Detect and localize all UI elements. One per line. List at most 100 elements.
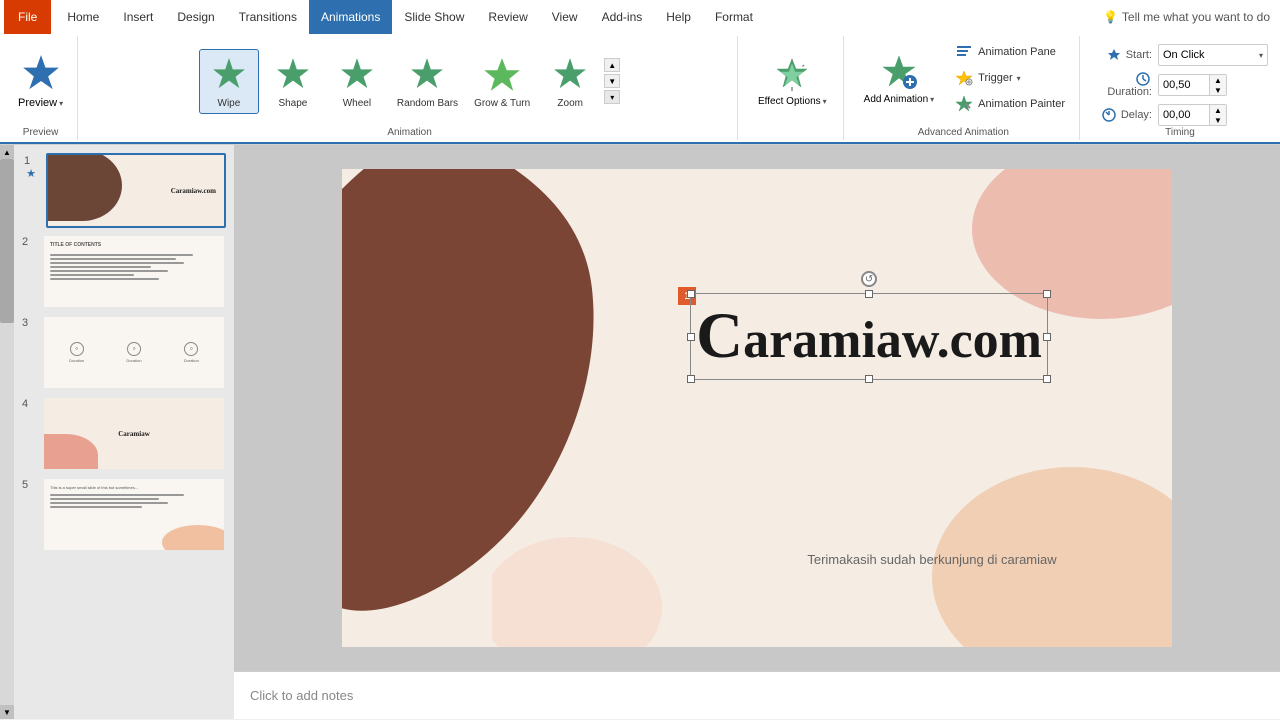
- effect-options-button[interactable]: Effect Options ▾: [750, 52, 835, 111]
- slide-item-3[interactable]: 3 ○ Duration ○ Duration: [22, 315, 226, 390]
- start-select[interactable]: On Click ▾: [1158, 44, 1268, 66]
- handle-bottom-middle[interactable]: [865, 375, 873, 383]
- slides-panel: 1 ★ Caramiaw.com 2 TITLE: [14, 145, 234, 719]
- duration-spin-down[interactable]: ▼: [1210, 85, 1226, 95]
- tab-view[interactable]: View: [540, 0, 590, 34]
- animation-zoom[interactable]: Zoom: [540, 50, 600, 113]
- slide-thumb-2[interactable]: TITLE OF CONTENTS: [42, 234, 226, 309]
- preview-button[interactable]: Preview ▾: [12, 49, 69, 113]
- scroll-more-arrow[interactable]: ▾: [604, 90, 620, 104]
- tab-insert[interactable]: Insert: [111, 0, 165, 34]
- delay-spin-down[interactable]: ▼: [1210, 115, 1226, 125]
- tab-design[interactable]: Design: [165, 0, 226, 34]
- slide4-thumb-brand: Caramiaw: [118, 430, 150, 438]
- delay-input-container: ▲ ▼: [1158, 104, 1227, 126]
- tab-home[interactable]: Home: [55, 0, 111, 34]
- shape-label: Shape: [278, 98, 307, 109]
- slide-item-1[interactable]: 1 ★ Caramiaw.com: [22, 153, 226, 228]
- handle-bottom-left[interactable]: [687, 375, 695, 383]
- duration-label-text: Duration:: [1092, 72, 1152, 98]
- slide-canvas[interactable]: ↺ 1 C: [234, 145, 1280, 671]
- delay-label-text: Delay:: [1092, 108, 1152, 122]
- peach-blob: [912, 417, 1172, 647]
- start-label: Start:: [1092, 48, 1152, 62]
- tab-addins[interactable]: Add-ins: [590, 0, 655, 34]
- handle-top-middle[interactable]: [865, 290, 873, 298]
- trigger-icon: [954, 68, 974, 88]
- animation-pane-label: Animation Pane: [978, 46, 1056, 58]
- notes-area[interactable]: Click to add notes: [234, 671, 1280, 719]
- random-bars-label: Random Bars: [397, 98, 458, 109]
- slide-item-5[interactable]: 5 This is a super small slide of this bu…: [22, 477, 226, 552]
- tab-animations[interactable]: Animations: [309, 0, 392, 34]
- slide-number-4: 4: [22, 396, 36, 410]
- wheel-icon: [336, 54, 378, 96]
- trigger-dropdown: ▾: [1017, 74, 1021, 83]
- canvas-area: ↺ 1 C: [234, 145, 1280, 719]
- animation-grow-turn[interactable]: Grow & Turn: [468, 50, 536, 113]
- tell-me-bar[interactable]: 💡 Tell me what you want to do: [1093, 6, 1280, 28]
- preview-group-label: Preview: [4, 127, 77, 138]
- slide-thumb-3[interactable]: ○ Duration ○ Duration ○ Duration: [42, 315, 226, 390]
- rotate-handle[interactable]: ↺: [861, 271, 877, 287]
- delay-spin-up[interactable]: ▲: [1210, 105, 1226, 115]
- effect-options-label: Effect Options: [758, 96, 821, 107]
- handle-middle-left[interactable]: [687, 333, 695, 341]
- slide-background: ↺ 1 C: [342, 169, 1172, 647]
- slides-panel-scrollbar: ▲ ▼: [0, 145, 14, 719]
- scroll-track: [0, 159, 14, 705]
- scroll-up-arrow[interactable]: ▲: [604, 58, 620, 72]
- trigger-button[interactable]: Trigger ▾: [948, 66, 1071, 90]
- slide-thumb-5[interactable]: This is a super small slide of this but …: [42, 477, 226, 552]
- tab-review[interactable]: Review: [476, 0, 539, 34]
- delay-input[interactable]: [1159, 105, 1209, 125]
- trigger-label: Trigger: [978, 72, 1012, 84]
- preview-icon: [21, 53, 61, 93]
- animation-painter-button[interactable]: Animation Painter: [948, 92, 1071, 116]
- tab-help[interactable]: Help: [654, 0, 703, 34]
- shape-icon: [272, 54, 314, 96]
- scroll-thumb[interactable]: [0, 159, 14, 323]
- duration-spin-up[interactable]: ▲: [1210, 75, 1226, 85]
- duration-input-container: ▲ ▼: [1158, 74, 1227, 96]
- animation-pane-button[interactable]: Animation Pane: [948, 40, 1071, 64]
- tab-format[interactable]: Format: [703, 0, 765, 34]
- add-animation-button[interactable]: Add Animation ▾: [856, 48, 943, 109]
- scroll-down-arrow[interactable]: ▼: [604, 74, 620, 88]
- slide-number-1: 1: [24, 153, 38, 167]
- tab-slideshow[interactable]: Slide Show: [392, 0, 476, 34]
- slide-thumb-1[interactable]: Caramiaw.com: [46, 153, 226, 228]
- start-dropdown-icon: ▾: [1259, 51, 1263, 60]
- handle-middle-right[interactable]: [1043, 333, 1051, 341]
- animation-shape[interactable]: Shape: [263, 50, 323, 113]
- add-animation-icon: [878, 52, 920, 94]
- selected-text-element[interactable]: ↺ 1 C: [696, 299, 1042, 374]
- animation-painter-label: Animation Painter: [978, 98, 1065, 110]
- wipe-icon: [208, 54, 250, 96]
- grow-turn-icon: [481, 54, 523, 96]
- handle-bottom-right[interactable]: [1043, 375, 1051, 383]
- notes-placeholder: Click to add notes: [250, 688, 353, 703]
- timing-group-label: Timing: [1084, 127, 1276, 138]
- light-peach-blob: [492, 477, 692, 647]
- slide-item-4[interactable]: 4 Caramiaw: [22, 396, 226, 471]
- handle-top-left[interactable]: [687, 290, 695, 298]
- scroll-bottom-button[interactable]: ▼: [0, 705, 14, 719]
- tab-transitions[interactable]: Transitions: [227, 0, 309, 34]
- duration-spinner: ▲ ▼: [1209, 75, 1226, 95]
- slide-item-2[interactable]: 2 TITLE OF CONTENTS: [22, 234, 226, 309]
- slides-list: 1 ★ Caramiaw.com 2 TITLE: [14, 145, 234, 560]
- start-value: On Click: [1163, 49, 1205, 61]
- animation-group-label: Animation: [82, 127, 737, 138]
- animation-wheel[interactable]: Wheel: [327, 50, 387, 113]
- slide-number-2: 2: [22, 234, 36, 248]
- zoom-label: Zoom: [557, 98, 583, 109]
- tab-file[interactable]: File: [4, 0, 51, 34]
- animation-wipe[interactable]: Wipe: [199, 49, 259, 114]
- duration-input[interactable]: [1159, 75, 1209, 95]
- animation-scroll-arrows: ▲ ▼ ▾: [604, 58, 620, 104]
- animation-random-bars[interactable]: Random Bars: [391, 50, 464, 113]
- slide-thumb-4[interactable]: Caramiaw: [42, 396, 226, 471]
- handle-top-right[interactable]: [1043, 290, 1051, 298]
- scroll-top-button[interactable]: ▲: [0, 145, 14, 159]
